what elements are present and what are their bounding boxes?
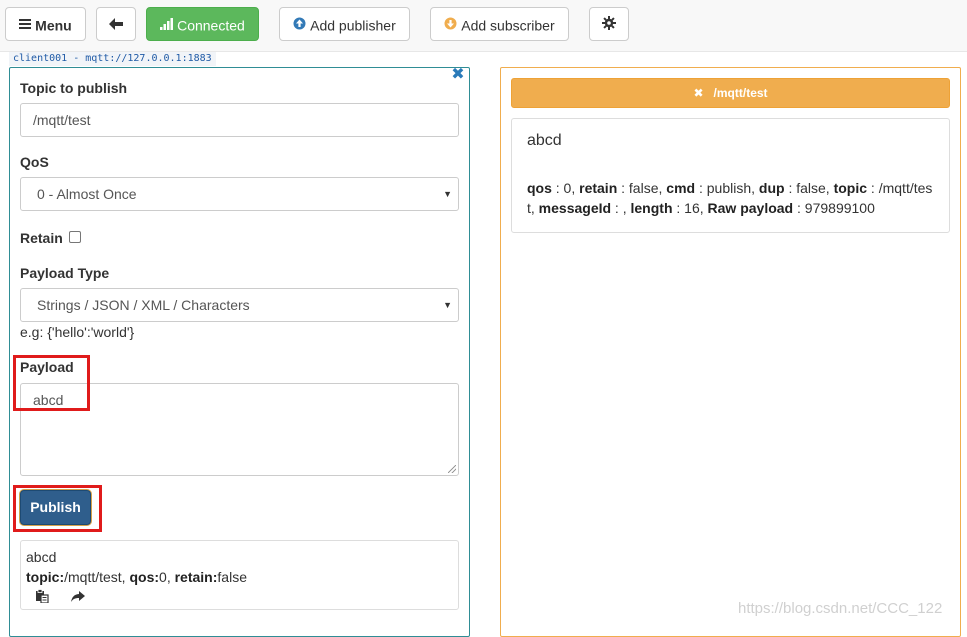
- qos-label: QoS: [20, 154, 49, 170]
- meta-key-length: length: [630, 200, 673, 216]
- add-publisher-label: Add publisher: [310, 17, 396, 34]
- back-button[interactable]: [96, 7, 136, 41]
- published-retain-value: false: [217, 569, 247, 585]
- meta-key-messageid: messageId: [538, 200, 612, 216]
- topic-input[interactable]: /mqtt/test: [20, 103, 459, 137]
- received-payload: abcd: [527, 132, 562, 149]
- signal-icon: [160, 9, 174, 41]
- published-actions: [35, 587, 103, 608]
- topic-input-value: /mqtt/test: [33, 112, 91, 128]
- published-meta: topic:/mqtt/test, qos:0, retain:false: [26, 567, 453, 587]
- payload-example-hint: e.g: {'hello':'world'}: [20, 324, 135, 340]
- dropdown-arrow-icon: ▼: [443, 300, 452, 310]
- close-icon[interactable]: ✖: [450, 67, 466, 83]
- watermark: https://blog.csdn.net/CCC_122: [738, 600, 943, 617]
- hamburger-icon: [19, 9, 32, 41]
- meta-value-qos: : 0,: [551, 180, 580, 196]
- published-qos-key: qos:: [129, 569, 160, 585]
- meta-value-dup: : false,: [784, 180, 834, 196]
- payload-type-value: Strings / JSON / XML / Characters: [37, 297, 250, 313]
- settings-button[interactable]: [589, 7, 629, 41]
- client-connection-label: client001 - mqtt://127.0.0.1:1883: [9, 52, 216, 66]
- add-publisher-button[interactable]: Add publisher: [279, 7, 410, 41]
- meta-value-length: : 16,: [672, 200, 708, 216]
- meta-key-dup: dup: [758, 180, 785, 196]
- meta-key-cmd: cmd: [666, 180, 696, 196]
- share-icon[interactable]: [70, 588, 85, 608]
- connected-button[interactable]: Connected: [146, 7, 259, 41]
- subscribed-topic-bar[interactable]: ✖ /mqtt/test: [511, 78, 950, 108]
- add-subscriber-label: Add subscriber: [461, 17, 555, 34]
- published-topic-key: topic:: [26, 569, 65, 585]
- meta-key-qos: qos: [527, 180, 552, 196]
- meta-value-raw-payload: : 979899100: [793, 200, 875, 216]
- received-meta: qos : 0, retain : false, cmd : publish, …: [527, 178, 937, 218]
- dropdown-arrow-icon: ▼: [443, 189, 452, 199]
- meta-key-retain: retain: [579, 180, 618, 196]
- meta-key-topic: topic: [833, 180, 868, 196]
- qos-select[interactable]: 0 - Almost Once ▼: [20, 177, 459, 211]
- published-retain-key: retain:: [174, 569, 218, 585]
- highlight-box-payload: [13, 355, 90, 411]
- resize-handle-icon[interactable]: [448, 465, 456, 473]
- circle-arrow-down-icon: [444, 9, 457, 41]
- menu-button[interactable]: Menu: [5, 7, 86, 41]
- published-topic-value: /mqtt/test,: [64, 569, 126, 585]
- arrow-left-icon: [109, 9, 123, 41]
- payload-type-select[interactable]: Strings / JSON / XML / Characters ▼: [20, 288, 459, 322]
- received-message-card: abcd qos : 0, retain : false, cmd : publ…: [511, 118, 950, 233]
- payload-type-label: Payload Type: [20, 265, 110, 281]
- circle-arrow-up-icon: [293, 9, 306, 41]
- toolbar: Menu Connected Add publisher Add subscri…: [0, 0, 967, 52]
- meta-key-raw-payload: Raw payload: [707, 200, 794, 216]
- qos-select-value: 0 - Almost Once: [37, 186, 137, 202]
- menu-button-label: Menu: [35, 17, 72, 34]
- highlight-box-publish: [13, 485, 102, 532]
- retain-checkbox[interactable]: [69, 231, 81, 243]
- published-payload: abcd: [26, 549, 57, 565]
- add-subscriber-button[interactable]: Add subscriber: [430, 7, 569, 41]
- published-message-item: abcd topic:/mqtt/test, qos:0, retain:fal…: [20, 540, 459, 610]
- close-icon[interactable]: ✖: [693, 86, 703, 100]
- connected-label: Connected: [177, 17, 245, 34]
- meta-value-messageid: : ,: [611, 200, 631, 216]
- retain-label: Retain: [20, 230, 63, 246]
- meta-value-cmd: : publish,: [695, 180, 759, 196]
- gear-icon: [602, 9, 616, 41]
- subscribed-topic-label: /mqtt/test: [713, 86, 768, 100]
- meta-value-retain: : false,: [617, 180, 667, 196]
- paste-icon[interactable]: [35, 588, 49, 608]
- published-qos-value: 0,: [159, 569, 171, 585]
- topic-label: Topic to publish: [20, 80, 128, 96]
